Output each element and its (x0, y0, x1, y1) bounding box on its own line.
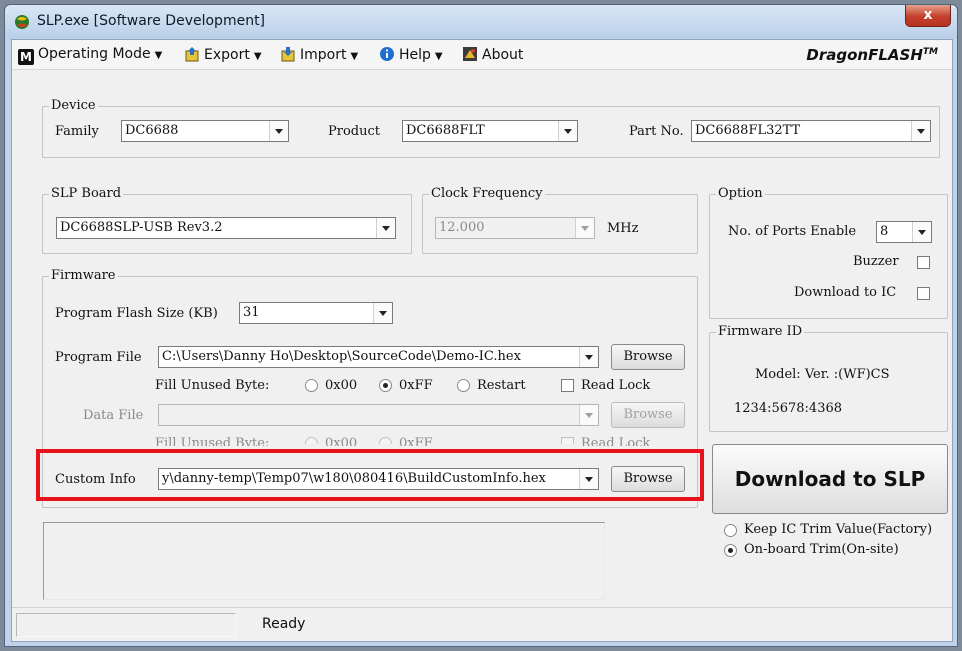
ports-enable-value: 8 (880, 224, 889, 239)
chevron-down-icon[interactable] (912, 222, 931, 242)
product-value: DC6688FLT (406, 123, 485, 138)
log-output-box (43, 522, 605, 600)
flash-size-select[interactable]: 31 (239, 302, 393, 324)
program-file-value: C:\Users\Danny Ho\Desktop\SourceCode\Dem… (162, 349, 521, 364)
fill-0xff-label: 0xFF (399, 378, 433, 393)
menu-export[interactable]: Export ▼ (184, 46, 262, 63)
fill-0xff-radio[interactable] (379, 379, 392, 392)
chevron-down-icon[interactable] (269, 121, 288, 141)
fill-0x00-label: 0x00 (325, 378, 358, 393)
flash-size-value: 31 (243, 305, 260, 320)
ports-enable-label: No. of Ports Enable (728, 224, 857, 239)
option-title: Option (716, 186, 765, 202)
chevron-down-icon[interactable] (579, 347, 598, 367)
fill-0x00-radio[interactable] (305, 379, 318, 392)
clock-frequency-title: Clock Frequency (429, 186, 545, 202)
firmware-id-group: Firmware ID Model: Ver. :(WF)CS 1234:567… (709, 324, 948, 432)
device-group-title: Device (49, 98, 98, 114)
data-file-browse-button[interactable]: Browse (611, 402, 685, 428)
info-icon (380, 47, 394, 61)
program-file-label: Program File (55, 350, 142, 365)
part-no-select[interactable]: DC6688FL32TT (691, 120, 931, 142)
download-to-slp-button[interactable]: Download to SLP (712, 444, 948, 514)
buzzer-label: Buzzer (853, 254, 899, 269)
mhz-unit-label: MHz (607, 221, 639, 236)
mode-m-icon: M (18, 49, 34, 65)
slp-board-value: DC6688SLP-USB Rev3.2 (60, 220, 223, 235)
slp-board-select[interactable]: DC6688SLP-USB Rev3.2 (56, 217, 396, 239)
read-lock-label: Read Lock (581, 378, 651, 393)
program-file-browse-button[interactable]: Browse (611, 344, 685, 370)
status-text: Ready (262, 616, 306, 632)
chevron-down-icon[interactable] (373, 303, 392, 323)
menu-help[interactable]: Help ▼ (379, 46, 443, 63)
fill-restart-radio[interactable] (457, 379, 470, 392)
program-file-select[interactable]: C:\Users\Danny Ho\Desktop\SourceCode\Dem… (158, 346, 599, 368)
about-icon (463, 47, 477, 61)
clock-frequency-select[interactable]: 12.000 (435, 217, 595, 239)
menu-help-label: Help (399, 47, 431, 63)
chevron-down-icon: ▼ (434, 51, 443, 62)
menu-about[interactable]: About (462, 46, 523, 63)
keep-ic-trim-radio[interactable] (724, 524, 737, 537)
chevron-down-icon: ▼ (154, 50, 163, 61)
close-button[interactable]: x (905, 5, 951, 27)
firmware-id-text: 1234:5678:4368 (734, 401, 843, 416)
read-lock-checkbox[interactable] (561, 379, 574, 392)
main-panel: M Operating Mode ▼ Export ▼ Import ▼ Hel… (11, 39, 953, 642)
clock-frequency-value: 12.000 (439, 220, 485, 235)
family-label: Family (55, 124, 99, 139)
fill-unused-label: Fill Unused Byte: (155, 378, 270, 393)
part-no-value: DC6688FL32TT (695, 123, 801, 138)
part-no-label: Part No. (629, 124, 684, 139)
firmware-title: Firmware (49, 268, 118, 284)
import-icon (281, 47, 295, 62)
export-icon (185, 47, 199, 62)
chevron-down-icon[interactable] (558, 121, 577, 141)
product-select[interactable]: DC6688FLT (402, 120, 578, 142)
menu-bar: M Operating Mode ▼ Export ▼ Import ▼ Hel… (12, 40, 952, 70)
family-select[interactable]: DC6688 (121, 120, 289, 142)
buzzer-checkbox[interactable] (917, 256, 930, 269)
ports-enable-select[interactable]: 8 (876, 221, 932, 243)
keep-ic-trim-label: Keep IC Trim Value(Factory) (744, 522, 933, 537)
menu-about-label: About (482, 47, 524, 63)
data-file-label: Data File (83, 408, 144, 423)
download-to-ic-checkbox[interactable] (917, 287, 930, 300)
window-title: SLP.exe [Software Development] (37, 13, 266, 29)
onboard-trim-label: On-board Trim(On-site) (744, 542, 899, 557)
family-value: DC6688 (125, 123, 179, 138)
flash-size-label: Program Flash Size (KB) (55, 306, 218, 321)
chevron-down-icon[interactable] (376, 218, 395, 238)
status-bar: Ready (12, 607, 952, 641)
chevron-down-icon[interactable] (579, 405, 598, 425)
menu-export-label: Export (204, 47, 250, 63)
clock-frequency-group: Clock Frequency 12.000 MHz (422, 186, 698, 254)
onboard-trim-radio[interactable] (724, 544, 737, 557)
title-bar[interactable]: SLP.exe [Software Development] x (5, 5, 957, 39)
menu-operating-mode-label: Operating Mode (38, 46, 151, 62)
menu-import[interactable]: Import ▼ (280, 46, 358, 63)
app-logo-icon (15, 15, 29, 29)
slp-board-title: SLP Board (49, 186, 124, 202)
chevron-down-icon: ▼ (350, 51, 359, 62)
chevron-down-icon[interactable] (911, 121, 930, 141)
firmware-id-title: Firmware ID (716, 324, 805, 340)
fill-restart-label: Restart (477, 378, 526, 393)
product-label: Product (328, 124, 380, 139)
menu-operating-mode[interactable]: M Operating Mode ▼ (18, 46, 162, 65)
slp-board-group: SLP Board DC6688SLP-USB Rev3.2 (42, 186, 412, 254)
download-to-ic-label: Download to IC (794, 285, 897, 300)
custom-info-highlight (36, 449, 704, 501)
brand-label: DragonFLASHTM (806, 46, 938, 64)
option-group: Option No. of Ports Enable 8 Buzzer Down… (709, 186, 948, 319)
menu-import-label: Import (300, 47, 347, 63)
status-cell-left (16, 613, 236, 637)
chevron-down-icon: ▼ (253, 51, 262, 62)
device-group: Device Family DC6688 Product DC6688FLT P… (42, 98, 940, 158)
app-window: SLP.exe [Software Development] x M Operat… (4, 4, 958, 647)
firmware-model-text: Model: Ver. :(WF)CS (755, 367, 890, 382)
data-file-select[interactable] (158, 404, 599, 426)
chevron-down-icon[interactable] (575, 218, 594, 238)
